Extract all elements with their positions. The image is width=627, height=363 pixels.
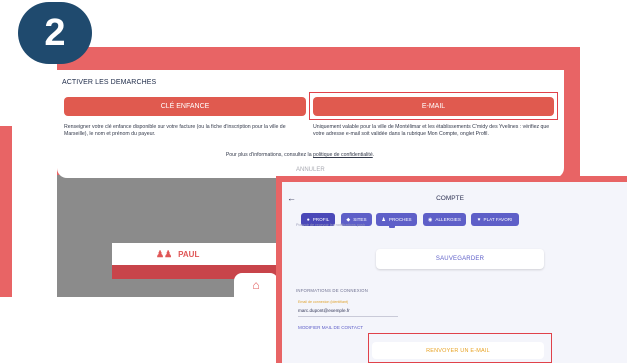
home-button[interactable]: ⌂ (234, 273, 278, 297)
tab-label: PROFIL (312, 217, 330, 222)
child-name: PAUL (178, 249, 200, 259)
page-title: COMPTE (436, 195, 464, 202)
child-card-paul[interactable]: ♟♟ PAUL (112, 243, 287, 265)
email-description: Uniquement valable pour la ville de Mont… (313, 124, 550, 137)
privacy-policy-link[interactable]: politique de confidentialité (313, 152, 373, 158)
people-icon: ♟♟ (156, 248, 173, 259)
modify-contact-email-link[interactable]: MODIFIER MAIL DE CONTACT (298, 325, 363, 330)
notification-checkbox[interactable] (389, 222, 395, 228)
location-icon: ◆ (346, 216, 351, 223)
home-icon: ⌂ (252, 278, 260, 292)
privacy-suffix: . (372, 152, 375, 158)
highlight-frame-left (0, 126, 12, 297)
tab-allergies[interactable]: ◉ ALLERGIES (423, 213, 466, 226)
user-icon: ● (306, 216, 310, 223)
step-badge: 2 (18, 2, 92, 64)
resend-highlight-box (368, 333, 552, 363)
connection-section-title: INFORMATIONS DE CONNEXION (296, 288, 369, 293)
cancel-button[interactable]: ANNULER (296, 167, 325, 173)
email-field[interactable]: marc.dupont@exemple.fr (298, 308, 350, 313)
tab-label: PLAT FAVORI (483, 217, 513, 222)
privacy-prefix: Pour plus d'informations, consultez la (225, 152, 314, 158)
email-field-label: Email de connexion (identifiant) (298, 300, 349, 304)
cle-enfance-description: Renseigner votre clé enfance disponible … (64, 124, 286, 137)
step-number: 2 (44, 12, 66, 54)
cle-enfance-button[interactable]: CLÉ ENFANCE (64, 97, 306, 116)
tab-proches[interactable]: ♟ PROCHES (376, 213, 417, 226)
tab-plat-favori[interactable]: ♥ PLAT FAVORI (471, 213, 519, 226)
email-highlight-box (309, 92, 558, 120)
tab-label: SITES (353, 217, 367, 222)
heart-icon: ♥ (477, 216, 481, 223)
tab-label: ALLERGIES (435, 217, 461, 222)
modal-title: ACTIVER LES DEMARCHES (62, 79, 157, 86)
warning-icon: ◉ (428, 216, 433, 223)
privacy-notice: Pour plus d'informations, consultez la p… (150, 152, 450, 158)
save-button[interactable]: SAUVEGARDER (376, 249, 544, 269)
back-arrow-icon[interactable]: ← (287, 193, 296, 203)
notification-option-text: Pouvoir de recevoir les notifications pu… (296, 223, 366, 227)
people-icon: ♟ (381, 216, 386, 223)
email-field-underline (298, 316, 398, 317)
